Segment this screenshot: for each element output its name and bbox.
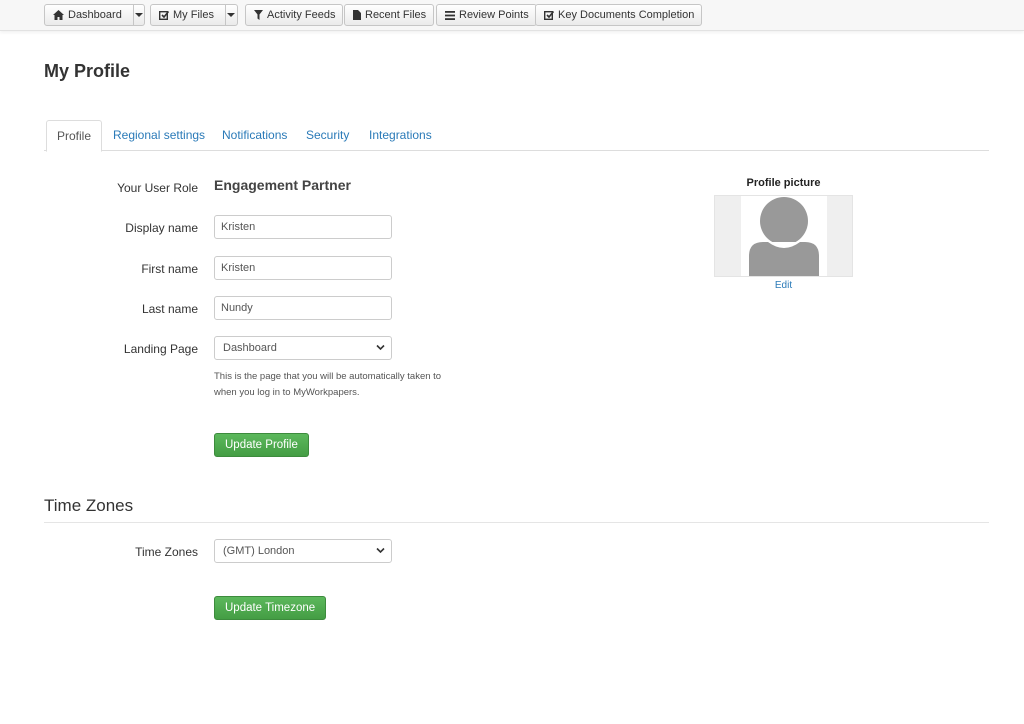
chevron-down-icon [376,344,385,351]
my-files-split-button: My Files [150,4,238,26]
recent-files-button[interactable]: Recent Files [344,4,435,26]
display-name-field[interactable]: Kristen [214,215,392,239]
activity-feeds-label: Activity Feeds [267,9,336,21]
chevron-down-icon [376,547,385,554]
profile-picture [714,195,853,277]
landing-page-help-text: This is the page that you will be automa… [214,371,442,398]
last-name-label: Last name [141,302,198,316]
first-name-field[interactable]: Kristen [214,256,392,280]
dashboard-dropdown-toggle[interactable] [132,5,144,25]
avatar-placeholder-icon [749,197,819,276]
last-name-field[interactable]: Nundy [214,296,392,320]
landing-page-selected-value: Dashboard [223,342,277,354]
my-files-button-label: My Files [173,9,214,21]
time-zones-label: Time Zones [135,545,198,559]
dashboard-button-label: Dashboard [68,9,122,21]
dashboard-split-button: Dashboard [44,4,145,26]
tab-profile[interactable]: Profile [46,120,103,152]
landing-page-select[interactable]: Dashboard [214,336,392,360]
time-zone-selected-value: (GMT) London [223,545,295,557]
tab-notifications[interactable]: Notifications [222,120,287,151]
caret-down-icon [227,13,236,17]
check-square-icon [544,10,554,20]
tab-regional-settings[interactable]: Regional settings [113,120,205,151]
user-role-label: Your User Role [117,181,198,195]
profile-picture-title: Profile picture [746,177,821,189]
filter-icon [254,10,263,20]
edit-check-icon [159,10,169,20]
section-divider [44,522,989,523]
top-toolbar: Dashboard My Files Activity Feeds Recent… [0,0,1024,31]
update-timezone-button[interactable]: Update Timezone [214,596,327,620]
tab-security[interactable]: Security [306,120,349,151]
caret-down-icon [134,13,143,17]
page-title: My Profile [44,61,131,81]
tab-integrations[interactable]: Integrations [369,120,432,151]
review-points-button[interactable]: Review Points [436,4,537,26]
display-name-label: Display name [125,221,198,235]
profile-tabs: Profile Regional settings Notifications … [44,120,989,152]
update-profile-button[interactable]: Update Profile [214,433,309,457]
dashboard-button[interactable]: Dashboard [45,5,129,25]
time-zone-select[interactable]: (GMT) London [214,539,392,563]
first-name-label: First name [141,262,198,276]
my-files-dropdown-toggle[interactable] [224,5,237,25]
key-documents-completion-button[interactable]: Key Documents Completion [535,4,703,26]
my-files-button[interactable]: My Files [151,5,221,25]
activity-feeds-button[interactable]: Activity Feeds [245,4,344,26]
list-icon [445,10,455,20]
review-points-label: Review Points [459,9,529,21]
user-role-value: Engagement Partner [214,177,351,193]
landing-page-label: Landing Page [123,342,198,356]
profile-picture-edit-link[interactable]: Edit [714,280,853,291]
key-documents-completion-label: Key Documents Completion [558,9,695,21]
file-icon [353,10,361,20]
time-zones-section-title: Time Zones [44,496,134,515]
home-icon [53,10,64,20]
recent-files-label: Recent Files [365,9,427,21]
